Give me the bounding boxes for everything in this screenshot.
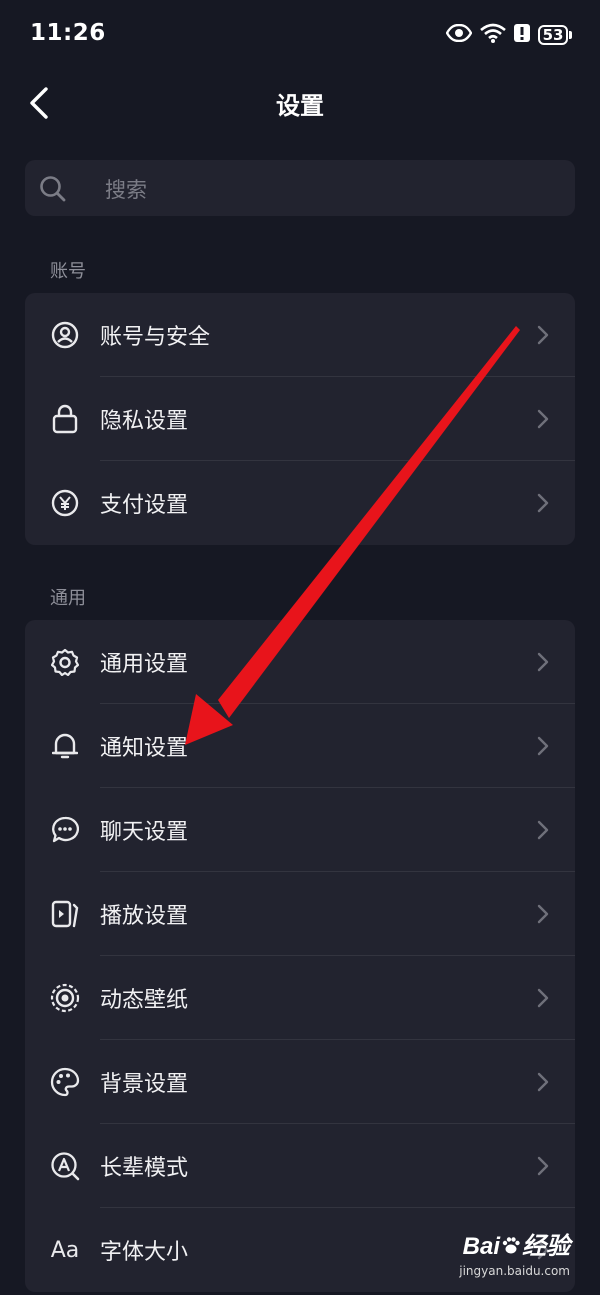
- search-placeholder: 搜索: [105, 178, 147, 202]
- font-size-icon: Aa: [50, 1237, 80, 1263]
- search-input[interactable]: 搜索: [25, 160, 575, 216]
- bell-icon: [49, 730, 81, 762]
- gear-icon: [49, 646, 81, 678]
- wifi-icon: [480, 23, 506, 47]
- settings-item-label: 动态壁纸: [100, 988, 189, 1013]
- chevron-right-icon: [537, 493, 549, 513]
- watermark-logo-suffix: 经验: [522, 1233, 570, 1260]
- yen-circle-icon: [49, 487, 81, 519]
- section-title-general: 通用: [50, 588, 86, 609]
- settings-item-label: 隐私设置: [100, 409, 189, 434]
- battery-tip: [569, 31, 572, 39]
- settings-item-label: 支付设置: [100, 493, 189, 518]
- status-bar: 11:26 53: [0, 0, 600, 70]
- chevron-right-icon: [537, 652, 549, 672]
- settings-item-label: 账号与安全: [100, 325, 211, 350]
- settings-item-account-security[interactable]: 账号与安全: [25, 293, 575, 377]
- chevron-right-icon: [537, 1072, 549, 1092]
- chevron-right-icon: [537, 904, 549, 924]
- page-title: 设置: [276, 92, 324, 120]
- baidu-watermark: Bai 经验 jingyan.baidu.com: [450, 1226, 570, 1286]
- settings-item-elder-mode[interactable]: 长辈模式: [25, 1124, 575, 1208]
- settings-item-label: 背景设置: [100, 1072, 189, 1097]
- search-icon: [40, 176, 66, 202]
- chevron-right-icon: [537, 325, 549, 345]
- settings-item-label: 聊天设置: [100, 820, 189, 845]
- watermark-logo-text: Bai: [462, 1233, 500, 1260]
- settings-item-background[interactable]: 背景设置: [25, 1040, 575, 1124]
- settings-item-playback[interactable]: 播放设置: [25, 872, 575, 956]
- general-settings-card: 通用设置 通知设置 聊天设置 播放设置 动态壁纸 背景设置 长辈模式 Aa 字体…: [25, 620, 575, 1292]
- person-circle-icon: [49, 319, 81, 351]
- chevron-right-icon: [537, 1156, 549, 1176]
- eye-icon: [445, 23, 473, 46]
- settings-item-label: 播放设置: [100, 904, 189, 929]
- chat-bubble-icon: [49, 814, 81, 846]
- chevron-right-icon: [537, 988, 549, 1008]
- elder-mode-icon: [49, 1150, 81, 1182]
- section-title-account: 账号: [50, 261, 86, 282]
- account-settings-card: 账号与安全 隐私设置 支付设置: [25, 293, 575, 545]
- settings-item-label: 长辈模式: [100, 1156, 189, 1181]
- battery-indicator: 53: [538, 25, 572, 45]
- settings-item-label: 通用设置: [100, 652, 189, 677]
- palette-icon: [49, 1066, 81, 1098]
- battery-level: 53: [538, 25, 568, 45]
- status-time: 11:26: [30, 20, 106, 46]
- settings-item-payment[interactable]: 支付设置: [25, 461, 575, 545]
- paw-icon: [501, 1235, 521, 1255]
- lock-icon: [49, 403, 81, 435]
- settings-item-general[interactable]: 通用设置: [25, 620, 575, 704]
- settings-item-notifications[interactable]: 通知设置: [25, 704, 575, 788]
- settings-item-dynamic-wallpaper[interactable]: 动态壁纸: [25, 956, 575, 1040]
- alert-icon: [514, 23, 530, 47]
- settings-item-label: 字体大小: [100, 1240, 189, 1265]
- chevron-right-icon: [537, 409, 549, 429]
- status-icons: 53: [445, 20, 572, 50]
- watermark-logo: Bai 经验: [463, 1226, 570, 1261]
- settings-item-chat[interactable]: 聊天设置: [25, 788, 575, 872]
- play-device-icon: [49, 898, 81, 930]
- dynamic-wallpaper-icon: [49, 982, 81, 1014]
- settings-item-privacy[interactable]: 隐私设置: [25, 377, 575, 461]
- chevron-right-icon: [537, 736, 549, 756]
- watermark-url: jingyan.baidu.com: [459, 1264, 570, 1278]
- chevron-right-icon: [537, 820, 549, 840]
- nav-bar: 设置: [0, 70, 600, 136]
- settings-item-label: 通知设置: [100, 736, 189, 761]
